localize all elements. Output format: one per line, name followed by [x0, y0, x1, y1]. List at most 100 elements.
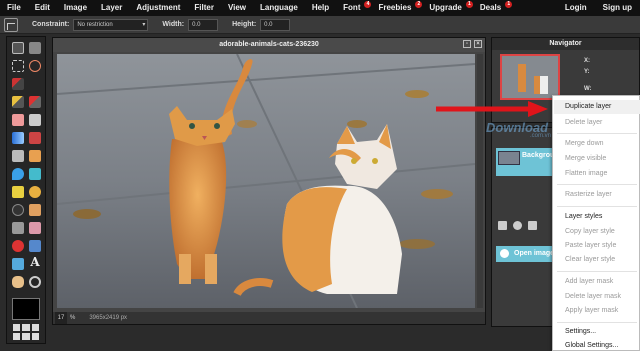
bucket-tool-icon[interactable] [29, 114, 41, 126]
layer-thumbnail [498, 151, 520, 165]
layer-context-menu: Duplicate layer Delete layer Merge down … [552, 95, 640, 351]
drawing-tool-icon[interactable] [29, 150, 41, 162]
redeye-tool-icon[interactable] [12, 222, 24, 234]
navigator-title: Navigator [492, 38, 639, 50]
navigator-thumbnail[interactable] [500, 54, 560, 100]
menu-view[interactable]: View [221, 0, 253, 16]
settings-item[interactable]: Settings... [565, 328, 596, 335]
open-image-button[interactable]: Open image [496, 246, 552, 262]
colorpicker-tool-icon[interactable] [12, 150, 24, 162]
merge-visible-item[interactable]: Merge visible [565, 155, 606, 162]
layer-row-background[interactable]: Background [496, 148, 563, 176]
signup-link[interactable]: Sign up [595, 0, 640, 16]
menu-adjustment[interactable]: Adjustment [129, 0, 187, 16]
login-link[interactable]: Login [557, 0, 595, 16]
sponge-tool-icon[interactable] [29, 186, 41, 198]
close-window-icon[interactable]: × [474, 40, 482, 48]
menu-image[interactable]: Image [57, 0, 94, 16]
dodge-tool-icon[interactable] [12, 204, 24, 216]
menu-deals[interactable]: Deals 1 [473, 0, 513, 16]
new-layer-icon[interactable] [528, 221, 537, 230]
menu-freebies-label: Freebies [378, 3, 412, 12]
delete-layer-mask-item[interactable]: Delete layer mask [565, 293, 621, 300]
layer-actions [498, 221, 537, 230]
menu-language[interactable]: Language [253, 0, 305, 16]
apply-layer-mask-item[interactable]: Apply layer mask [565, 307, 618, 314]
width-input[interactable]: 0.0 [188, 18, 219, 31]
delete-layer-item[interactable]: Delete layer [565, 119, 602, 126]
menu-file[interactable]: File [0, 0, 28, 16]
copy-layer-style-item[interactable]: Copy layer style [565, 228, 615, 235]
cats-photo [57, 54, 475, 308]
grid-icon[interactable] [13, 324, 39, 340]
tool-options-bar: Constraint: No restriction Width: 0.0 He… [0, 16, 640, 34]
merge-down-item[interactable]: Merge down [565, 140, 604, 147]
layer-styles-item[interactable]: Layer styles [565, 213, 602, 220]
menu-edit[interactable]: Edit [28, 0, 57, 16]
flatten-image-item[interactable]: Flatten image [565, 170, 607, 177]
restore-window-icon[interactable]: ▫ [463, 40, 471, 48]
x-label: X: [584, 58, 590, 64]
zoom-tool-icon[interactable] [29, 276, 41, 288]
freebies-badge: 2 [415, 1, 423, 8]
menu-freebies[interactable]: Freebies 2 [371, 0, 423, 16]
smudge-tool-icon[interactable] [12, 186, 24, 198]
layer-settings-icon[interactable] [498, 221, 507, 230]
menu-upgrade[interactable]: Upgrade 1 [422, 0, 473, 16]
crop-icon [4, 17, 18, 32]
deals-badge: 1 [505, 1, 513, 8]
stamp-tool-icon[interactable] [29, 132, 41, 144]
bloat-tool-icon[interactable] [12, 240, 24, 252]
marquee-tool-icon[interactable] [12, 60, 24, 72]
menu-font[interactable]: Font 4 [336, 0, 372, 16]
burn-tool-icon[interactable] [29, 204, 41, 216]
layer-mask-icon[interactable] [513, 221, 522, 230]
height-label: Height: [232, 21, 257, 28]
brush-tool-icon[interactable] [29, 96, 41, 108]
menu-layer[interactable]: Layer [94, 0, 129, 16]
width-label: Width: [162, 21, 185, 28]
height-input[interactable]: 0.0 [260, 18, 291, 31]
menu-bar: File Edit Image Layer Adjustment Filter … [0, 0, 640, 16]
paste-layer-style-item[interactable]: Paste layer style [565, 242, 616, 249]
spot-heal-tool-icon[interactable] [29, 222, 41, 234]
global-settings-item[interactable]: Global Settings... [565, 342, 618, 349]
add-layer-mask-item[interactable]: Add layer mask [565, 278, 613, 285]
toolbox: A [6, 36, 46, 344]
vertical-scrollbar[interactable] [477, 54, 483, 308]
eraser-tool-icon[interactable] [12, 114, 24, 126]
rasterize-layer-item[interactable]: Rasterize layer [565, 191, 612, 198]
pencil-tool-icon[interactable] [12, 96, 24, 108]
navigator-thumbnail-image [502, 56, 558, 98]
crop-tool-icon[interactable] [12, 42, 24, 54]
document-title-bar: adorable-animals-cats-236230 ▫ × [53, 38, 485, 52]
lasso-tool-icon[interactable] [29, 60, 41, 72]
image-canvas[interactable] [57, 54, 475, 308]
zoom-unit: % [70, 315, 76, 321]
red-arrow-annotation [436, 101, 548, 117]
menu-help[interactable]: Help [305, 0, 336, 16]
pinch-tool-icon[interactable] [29, 240, 41, 252]
duplicate-layer-item[interactable]: Duplicate layer [565, 103, 611, 110]
clear-layer-style-item[interactable]: Clear layer style [565, 256, 615, 263]
hand-tool-icon[interactable] [12, 276, 24, 288]
w-label: W: [584, 86, 592, 92]
type-tool-icon[interactable]: A [29, 256, 41, 268]
y-label: Y: [584, 69, 590, 75]
constraint-select[interactable]: No restriction [73, 18, 149, 31]
color-replace-tool-icon[interactable] [12, 258, 24, 270]
constraint-label: Constraint: [32, 21, 70, 28]
wand-tool-icon[interactable] [12, 78, 24, 90]
font-badge: 4 [364, 1, 372, 8]
move-tool-icon[interactable] [29, 42, 41, 54]
blur-tool-icon[interactable] [12, 168, 24, 180]
pixlr-editor-app: File Edit Image Layer Adjustment Filter … [0, 0, 640, 351]
document-status-bar: 17 % 3965x2419 px [53, 312, 485, 324]
menu-filter[interactable]: Filter [187, 0, 221, 16]
menu-deals-label: Deals [479, 3, 502, 12]
sharpen-tool-icon[interactable] [29, 168, 41, 180]
zoom-input[interactable]: 17 [55, 312, 67, 324]
document-window: adorable-animals-cats-236230 ▫ × 17 % 39… [52, 37, 486, 325]
gradient-tool-icon[interactable] [12, 132, 24, 144]
color-swatch[interactable] [12, 298, 40, 320]
